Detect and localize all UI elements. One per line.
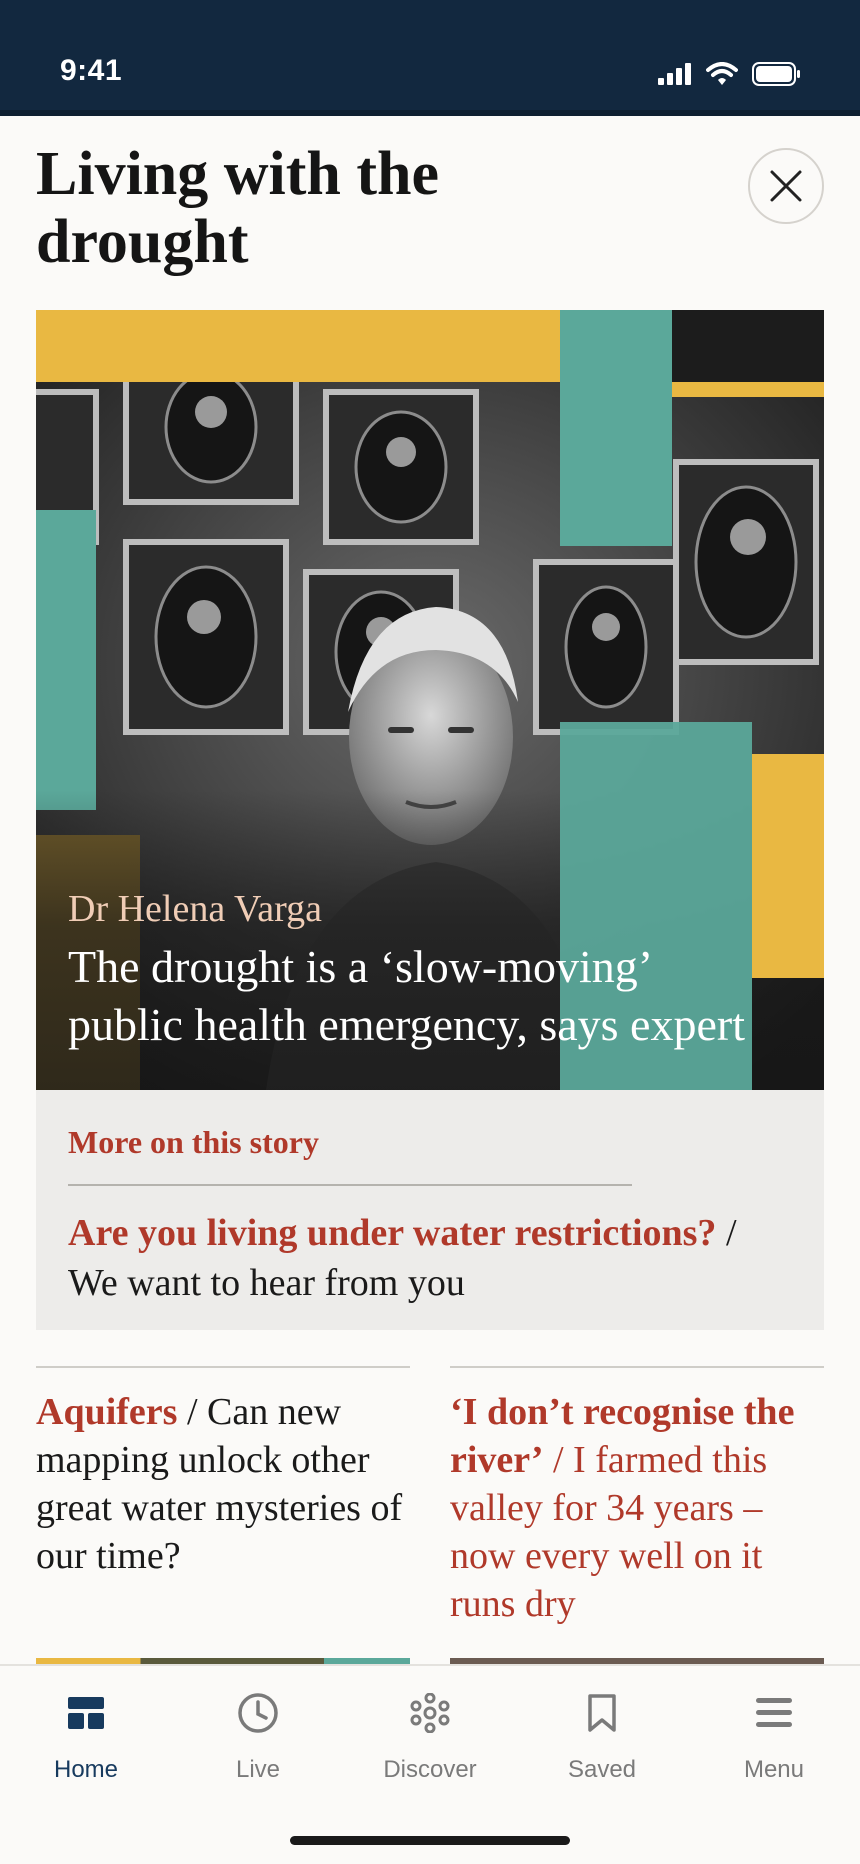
hero-headline[interactable]: The drought is a ‘slow-moving’ public he… [68, 938, 768, 1054]
hero-caption: Dr Helena Varga The drought is a ‘slow-m… [68, 886, 768, 1054]
tab-saved[interactable]: Saved [516, 1688, 688, 1784]
gold-block-top [36, 310, 560, 382]
tab-discover[interactable]: Discover [344, 1688, 516, 1784]
gold-strip-right [672, 382, 824, 397]
home-indicator[interactable] [290, 1836, 570, 1845]
tab-label: Discover [383, 1756, 477, 1783]
tab-label: Saved [567, 1756, 637, 1783]
related-story-link[interactable]: Are you living under water restrictions?… [68, 1208, 792, 1308]
tab-label: Home [53, 1756, 119, 1783]
status-bar: 9:41 [0, 0, 860, 116]
tab-bar: Home Live Discover Saved Menu [0, 1664, 860, 1864]
bookmark-icon [588, 1694, 616, 1732]
status-bar-edge [0, 110, 860, 116]
page-title: Living with the drought [36, 140, 440, 276]
more-on-story-panel: More on this story Are you living under … [36, 1090, 824, 1330]
teal-block-top [560, 310, 672, 546]
card-kicker: Aquifers [36, 1391, 178, 1433]
status-icons [658, 62, 802, 86]
status-time: 9:41 [60, 54, 123, 87]
hero-story-card[interactable]: Dr Helena Varga The drought is a ‘slow-m… [36, 310, 824, 1090]
tab-home[interactable]: Home [0, 1688, 172, 1784]
related-story-kicker: Are you living under water restrictions? [68, 1212, 717, 1254]
tab-label: Live [235, 1756, 281, 1783]
tab-live[interactable]: Live [172, 1688, 344, 1784]
clock-icon [238, 1693, 278, 1733]
home-icon [68, 1697, 104, 1729]
tab-label: Menu [743, 1756, 805, 1783]
menu-icon [756, 1698, 792, 1727]
close-icon [770, 170, 802, 202]
close-button[interactable] [748, 148, 824, 224]
story-card-aquifers[interactable]: Aquifers / Can new mapping unlock other … [36, 1366, 410, 1580]
more-on-story-label: More on this story [68, 1124, 319, 1160]
hero-kicker: Dr Helena Varga [68, 888, 322, 930]
cellular-signal-icon [658, 63, 691, 85]
tab-menu[interactable]: Menu [688, 1688, 860, 1784]
divider [68, 1184, 632, 1186]
discover-icon [410, 1693, 450, 1733]
wifi-icon [706, 62, 738, 85]
battery-icon [752, 62, 800, 86]
story-card-river[interactable]: ‘I don’t recognise the river’ / I farmed… [450, 1366, 824, 1628]
teal-block-left [36, 510, 96, 810]
